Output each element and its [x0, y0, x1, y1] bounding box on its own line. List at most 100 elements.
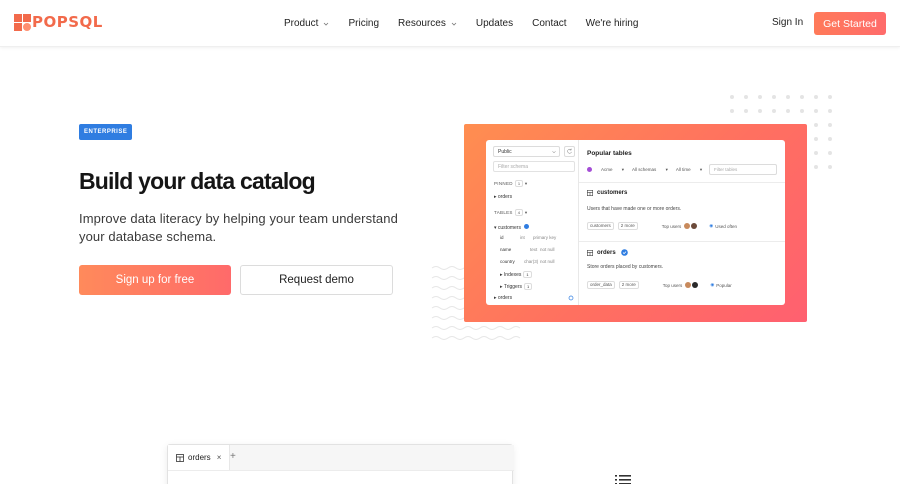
- nav-links: Product Pricing Resources Updates Contac…: [284, 17, 657, 30]
- caret-right-icon: ▸: [494, 194, 497, 200]
- table-icon: [176, 453, 184, 462]
- caret-right-icon: ▸: [500, 272, 503, 278]
- column-name: id: [500, 235, 504, 240]
- nav-product[interactable]: Product: [284, 17, 329, 30]
- filter-tables-input[interactable]: Filter tables: [709, 164, 777, 175]
- schema-select[interactable]: Public: [493, 146, 560, 157]
- org-avatar-icon: [587, 167, 592, 173]
- divider: [168, 470, 514, 471]
- popular-filters: Acme ▾ All schemas ▾ All time ▾: [587, 167, 710, 173]
- tree-item-orders[interactable]: ▸ orders: [494, 295, 512, 301]
- filter-org[interactable]: Acme ▾: [587, 167, 624, 173]
- column-row: country char(3) not null: [500, 259, 572, 264]
- nav-contact[interactable]: Contact: [532, 17, 566, 30]
- table-icon: [587, 190, 593, 196]
- eye-icon: ◉: [710, 282, 715, 287]
- nav-contact-label: Contact: [532, 18, 567, 29]
- indexes-count: 1: [523, 271, 532, 278]
- filter-time-label: All time: [675, 167, 691, 172]
- caret-down-icon: ▾: [524, 181, 528, 186]
- tab-orders[interactable]: orders ×: [168, 445, 230, 470]
- column-type: text: [530, 247, 538, 252]
- tables-label: TABLES: [494, 210, 513, 215]
- data-catalog-preview: Public Filter schema PINNED 1 ▾ ▸ orders …: [486, 140, 785, 305]
- eye-icon: ◉: [709, 223, 714, 228]
- sign-up-button[interactable]: Sign up for free: [79, 265, 231, 295]
- caret-right-icon: ▸: [500, 284, 503, 290]
- new-tab-icon[interactable]: +: [230, 451, 236, 462]
- chevron-down-icon: [324, 22, 329, 26]
- caret-down-icon: ▾: [494, 225, 497, 231]
- nav-resources[interactable]: Resources: [398, 17, 457, 30]
- divider: [579, 241, 785, 242]
- tree-item-orders-pinned[interactable]: ▸ orders: [494, 194, 512, 200]
- nav-updates[interactable]: Updates: [476, 17, 513, 30]
- table-icon: [587, 249, 593, 256]
- hero-title: Build your data catalog: [79, 168, 316, 194]
- request-demo-button[interactable]: Request demo: [240, 265, 393, 295]
- caret-right-icon: ▸: [494, 295, 497, 301]
- verified-check-icon: [620, 249, 628, 256]
- nav-hiring-label: We're hiring: [585, 18, 639, 29]
- tree-item-customers[interactable]: ▾ customers: [494, 224, 529, 231]
- popular-tables-title: Popular tables: [587, 150, 632, 157]
- tree-item-indexes[interactable]: ▸ Indexes 1: [500, 271, 532, 278]
- table-tag[interactable]: order_data: [587, 281, 615, 289]
- enterprise-badge: ENTERPRISE: [79, 124, 133, 140]
- query-editor-preview: orders × +: [167, 444, 514, 484]
- table-meta: order_data 2 more Top users ◉ Popular: [587, 281, 732, 289]
- column-row: id int primary key: [500, 235, 572, 240]
- schema-sidebar: Public Filter schema PINNED 1 ▾ ▸ orders …: [486, 140, 579, 305]
- filter-schema-input[interactable]: Filter schema: [493, 161, 575, 172]
- tab-label: orders: [188, 453, 211, 462]
- schema-select-value: Public: [498, 149, 512, 155]
- column-note: not null: [540, 247, 555, 252]
- nav-pricing-label: Pricing: [348, 18, 380, 29]
- tree-item-label: customers: [497, 225, 521, 231]
- column-name: name: [500, 247, 512, 252]
- more-tags[interactable]: 2 more: [617, 222, 638, 230]
- refresh-icon[interactable]: [564, 146, 575, 157]
- table-status: Used often: [715, 223, 737, 229]
- avatar: [684, 223, 691, 229]
- top-nav: POPSQL Product Pricing Resources Updates…: [0, 0, 900, 47]
- close-icon[interactable]: ×: [217, 453, 222, 462]
- tables-section[interactable]: TABLES 4 ▾: [494, 209, 527, 216]
- tables-count: 4: [514, 209, 524, 216]
- filter-schemas-label: All schemas: [632, 167, 657, 172]
- tree-item-label: Triggers: [503, 284, 522, 290]
- nav-resources-label: Resources: [398, 18, 446, 29]
- get-started-button[interactable]: Get Started: [814, 12, 886, 35]
- more-tags[interactable]: 2 more: [618, 281, 639, 289]
- column-type: char(3): [524, 259, 539, 264]
- column-note: not null: [540, 259, 555, 264]
- avatar: [691, 223, 698, 229]
- filter-time[interactable]: All time ▾: [676, 167, 702, 173]
- hero-subtitle: Improve data literacy by helping your te…: [79, 211, 398, 244]
- link-icon: [568, 295, 574, 301]
- pinned-section[interactable]: PINNED 1 ▾: [494, 180, 527, 187]
- top-users-label: Top users: [662, 282, 683, 288]
- filter-schemas[interactable]: All schemas ▾: [632, 167, 668, 173]
- table-meta: customers 2 more Top users ◉ Used often: [587, 222, 737, 230]
- table-tag[interactable]: customers: [587, 222, 614, 230]
- sign-in-link[interactable]: Sign In: [772, 17, 803, 28]
- popular-table-orders[interactable]: orders: [587, 249, 628, 256]
- pinned-count: 1: [514, 180, 524, 187]
- popular-tables-panel: Popular tables Acme ▾ All schemas ▾ All …: [579, 140, 785, 305]
- divider: [579, 182, 785, 183]
- logo[interactable]: POPSQL: [14, 14, 103, 31]
- popular-table-customers[interactable]: customers: [587, 190, 627, 196]
- logo-text: POPSQL: [32, 13, 103, 31]
- filter-org-label: Acme: [601, 167, 613, 172]
- nav-hiring[interactable]: We're hiring: [586, 17, 639, 30]
- nav-updates-label: Updates: [475, 18, 514, 29]
- tree-item-label: Indexes: [503, 272, 522, 278]
- nav-pricing[interactable]: Pricing: [348, 17, 379, 30]
- table-description: Store orders placed by customers.: [587, 264, 664, 270]
- tree-item-triggers[interactable]: ▸ Triggers 1: [500, 283, 533, 290]
- chevron-down-icon: [552, 151, 556, 154]
- table-name: orders: [597, 249, 616, 256]
- table-status: Popular: [716, 282, 732, 288]
- verified-icon: [523, 224, 529, 229]
